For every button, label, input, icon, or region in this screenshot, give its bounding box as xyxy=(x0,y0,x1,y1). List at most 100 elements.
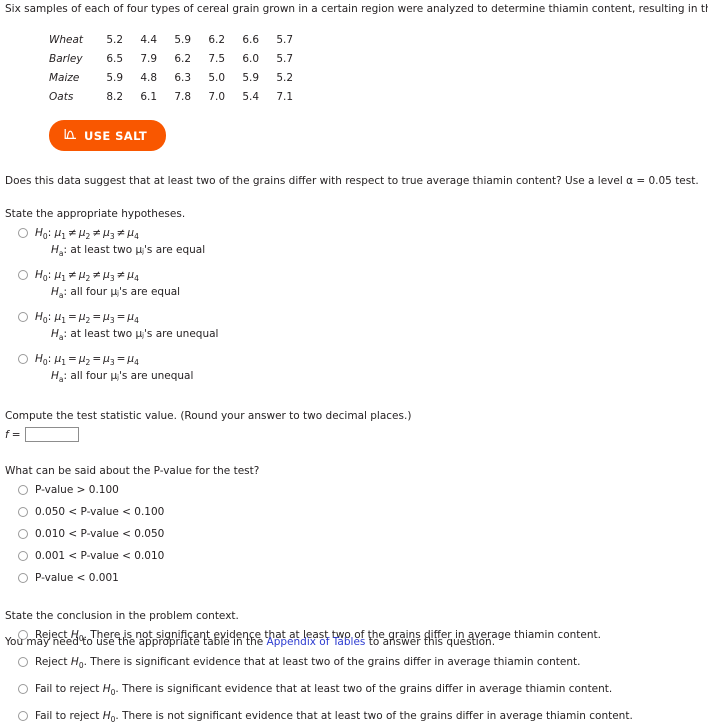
conclusion-option-label: Fail to reject H0. There is not signific… xyxy=(35,710,633,724)
data-cell: 5.2 xyxy=(106,33,124,46)
pvalue-option-4[interactable]: 0.001 < P-value < 0.010 xyxy=(18,549,708,563)
data-cell: 7.0 xyxy=(208,90,226,103)
relation-symbol: ≠ xyxy=(116,227,126,239)
data-cell: 5.9 xyxy=(174,33,192,46)
null-hypothesis-line: H0: μ1 ≠ μ2 ≠ μ3 ≠ μ4 xyxy=(35,227,139,241)
data-cell: 4.8 xyxy=(140,71,158,84)
relation-symbol: = xyxy=(116,353,126,365)
alt-hypothesis-text: at least two μⱼ's are unequal xyxy=(70,328,219,340)
pvalue-option-label: P-value > 0.100 xyxy=(35,484,119,496)
data-cell: 6.6 xyxy=(242,33,260,46)
relation-symbol: = xyxy=(92,353,102,365)
relation-symbol: ≠ xyxy=(92,269,102,281)
hypotheses-prompt: State the appropriate hypotheses. xyxy=(5,208,186,220)
pvalue-option-2[interactable]: 0.050 < P-value < 0.100 xyxy=(18,505,708,519)
footer-after-text: to answer this question. xyxy=(365,636,496,648)
data-cell: 6.1 xyxy=(140,90,158,103)
radio-button[interactable] xyxy=(18,529,28,539)
grain-data-table: Wheat 5.2 4.4 5.9 6.2 6.6 5.7 Barley 6.5… xyxy=(49,30,297,106)
data-cell: 6.3 xyxy=(174,71,192,84)
null-hypothesis-line: H0: μ1 ≠ μ2 ≠ μ3 ≠ μ4 xyxy=(35,269,139,283)
question-level-text: Does this data suggest that at least two… xyxy=(5,175,699,187)
hypothesis-option-2[interactable]: H0: μ1 ≠ μ2 ≠ μ3 ≠ μ4 Ha: all four μⱼ's are eq… xyxy=(18,268,708,300)
conclusion-decision: Reject xyxy=(35,656,68,668)
test-statistic-input[interactable] xyxy=(24,427,79,442)
table-row: Barley 6.5 7.9 6.2 7.5 6.0 5.7 xyxy=(49,49,297,68)
salt-button-container: USE SALT xyxy=(49,120,708,151)
relation-symbol: ≠ xyxy=(68,269,77,281)
radio-button[interactable] xyxy=(18,551,28,561)
data-cell: 6.2 xyxy=(208,33,226,46)
pvalue-option-label: P-value < 0.001 xyxy=(35,572,119,584)
data-cell: 5.9 xyxy=(106,71,124,84)
conclusion-sentence: . There is not significant evidence that… xyxy=(115,710,633,722)
alt-hypothesis-line: Ha: at least two μⱼ's are equal xyxy=(51,244,206,258)
hypothesis-option-1[interactable]: H0: μ1 ≠ μ2 ≠ μ3 ≠ μ4 Ha: at least two μⱼ's ar… xyxy=(18,226,708,258)
intro-text: Six samples of each of four types of cer… xyxy=(5,3,708,15)
pvalue-option-label: 0.050 < P-value < 0.100 xyxy=(35,506,165,518)
conclusion-option-label: Fail to reject H0. There is significant … xyxy=(35,683,613,697)
null-hypothesis-line: H0: μ1 = μ2 = μ3 = μ4 xyxy=(35,353,139,367)
data-cell: 7.1 xyxy=(276,90,294,103)
alt-hypothesis-line: Ha: at least two μⱼ's are unequal xyxy=(51,328,219,342)
pvalue-prompt: What can be said about the P-value for t… xyxy=(5,465,708,478)
conclusion-option-label: Reject H0. There is significant evidence… xyxy=(35,656,581,670)
conclusion-option-4[interactable]: Fail to reject H0. There is not signific… xyxy=(18,709,708,724)
grain-label: Maize xyxy=(49,71,80,84)
test-statistic-row: f = xyxy=(5,427,708,442)
relation-symbol: = xyxy=(68,311,77,323)
table-row: Maize 5.9 4.8 6.3 5.0 5.9 5.2 xyxy=(49,68,297,87)
radio-button[interactable] xyxy=(18,711,28,721)
conclusion-option-2[interactable]: Reject H0. There is significant evidence… xyxy=(18,655,708,670)
data-cell: 5.2 xyxy=(276,71,294,84)
relation-symbol: = xyxy=(68,353,77,365)
question-page: Six samples of each of four types of cer… xyxy=(0,0,708,724)
hypothesis-option-body: H0: μ1 = μ2 = μ3 = μ4 Ha: all four μⱼ's are un… xyxy=(35,352,193,384)
conclusion-prompt: State the conclusion in the problem cont… xyxy=(5,610,239,622)
data-cell: 7.5 xyxy=(208,52,226,65)
data-cell: 5.4 xyxy=(242,90,260,103)
hypothesis-option-body: H0: μ1 = μ2 = μ3 = μ4 Ha: at least two μⱼ's ar… xyxy=(35,310,218,342)
radio-button[interactable] xyxy=(18,270,28,280)
radio-button[interactable] xyxy=(18,684,28,694)
radio-button[interactable] xyxy=(18,657,28,667)
footer-note: You may need to use the appropriate tabl… xyxy=(5,636,495,648)
data-cell: 5.7 xyxy=(276,33,294,46)
pvalue-option-group: P-value > 0.100 0.050 < P-value < 0.100 … xyxy=(5,483,708,585)
use-salt-button[interactable]: USE SALT xyxy=(49,120,167,151)
alt-hypothesis-line: Ha: all four μⱼ's are unequal xyxy=(51,370,194,384)
relation-symbol: ≠ xyxy=(116,269,126,281)
radio-button[interactable] xyxy=(18,573,28,583)
pvalue-prompt-text: What can be said about the P-value for t… xyxy=(5,465,260,477)
null-hypothesis-line: H0: μ1 = μ2 = μ3 = μ4 xyxy=(35,311,139,325)
data-cell: 7.8 xyxy=(174,90,192,103)
radio-button[interactable] xyxy=(18,312,28,322)
table-row: Wheat 5.2 4.4 5.9 6.2 6.6 5.7 xyxy=(49,30,297,49)
equals-sign: = xyxy=(11,428,21,441)
hypothesis-option-3[interactable]: H0: μ1 = μ2 = μ3 = μ4 Ha: at least two μⱼ's ar… xyxy=(18,310,708,342)
radio-button[interactable] xyxy=(18,354,28,364)
hypothesis-option-4[interactable]: H0: μ1 = μ2 = μ3 = μ4 Ha: all four μⱼ's are un… xyxy=(18,352,708,384)
hypothesis-option-body: H0: μ1 ≠ μ2 ≠ μ3 ≠ μ4 Ha: all four μⱼ's are eq… xyxy=(35,268,180,300)
conclusion-sentence: . There is significant evidence that at … xyxy=(83,656,581,668)
data-cell: 4.4 xyxy=(140,33,158,46)
table-body: Wheat 5.2 4.4 5.9 6.2 6.6 5.7 Barley 6.5… xyxy=(49,30,297,106)
alt-hypothesis-text: all four μⱼ's are unequal xyxy=(70,370,194,382)
data-cell: 8.2 xyxy=(106,90,124,103)
radio-button[interactable] xyxy=(18,507,28,517)
pvalue-option-label: 0.001 < P-value < 0.010 xyxy=(35,550,165,562)
conclusion-option-3[interactable]: Fail to reject H0. There is significant … xyxy=(18,682,708,697)
radio-button[interactable] xyxy=(18,228,28,238)
table-row: Oats 8.2 6.1 7.8 7.0 5.4 7.1 xyxy=(49,87,297,106)
footer-before-text: You may need to use the appropriate tabl… xyxy=(5,636,267,648)
alt-hypothesis-line: Ha: all four μⱼ's are equal xyxy=(51,286,181,300)
pvalue-option-5[interactable]: P-value < 0.001 xyxy=(18,571,708,585)
appendix-of-tables-link[interactable]: Appendix of Tables xyxy=(267,636,366,648)
data-cell: 5.0 xyxy=(208,71,226,84)
data-cell: 6.0 xyxy=(242,52,260,65)
radio-button[interactable] xyxy=(18,485,28,495)
hypotheses-option-group: H0: μ1 ≠ μ2 ≠ μ3 ≠ μ4 Ha: at least two μⱼ's ar… xyxy=(5,226,708,384)
pvalue-option-3[interactable]: 0.010 < P-value < 0.050 xyxy=(18,527,708,541)
relation-symbol: = xyxy=(92,311,102,323)
pvalue-option-1[interactable]: P-value > 0.100 xyxy=(18,483,708,497)
